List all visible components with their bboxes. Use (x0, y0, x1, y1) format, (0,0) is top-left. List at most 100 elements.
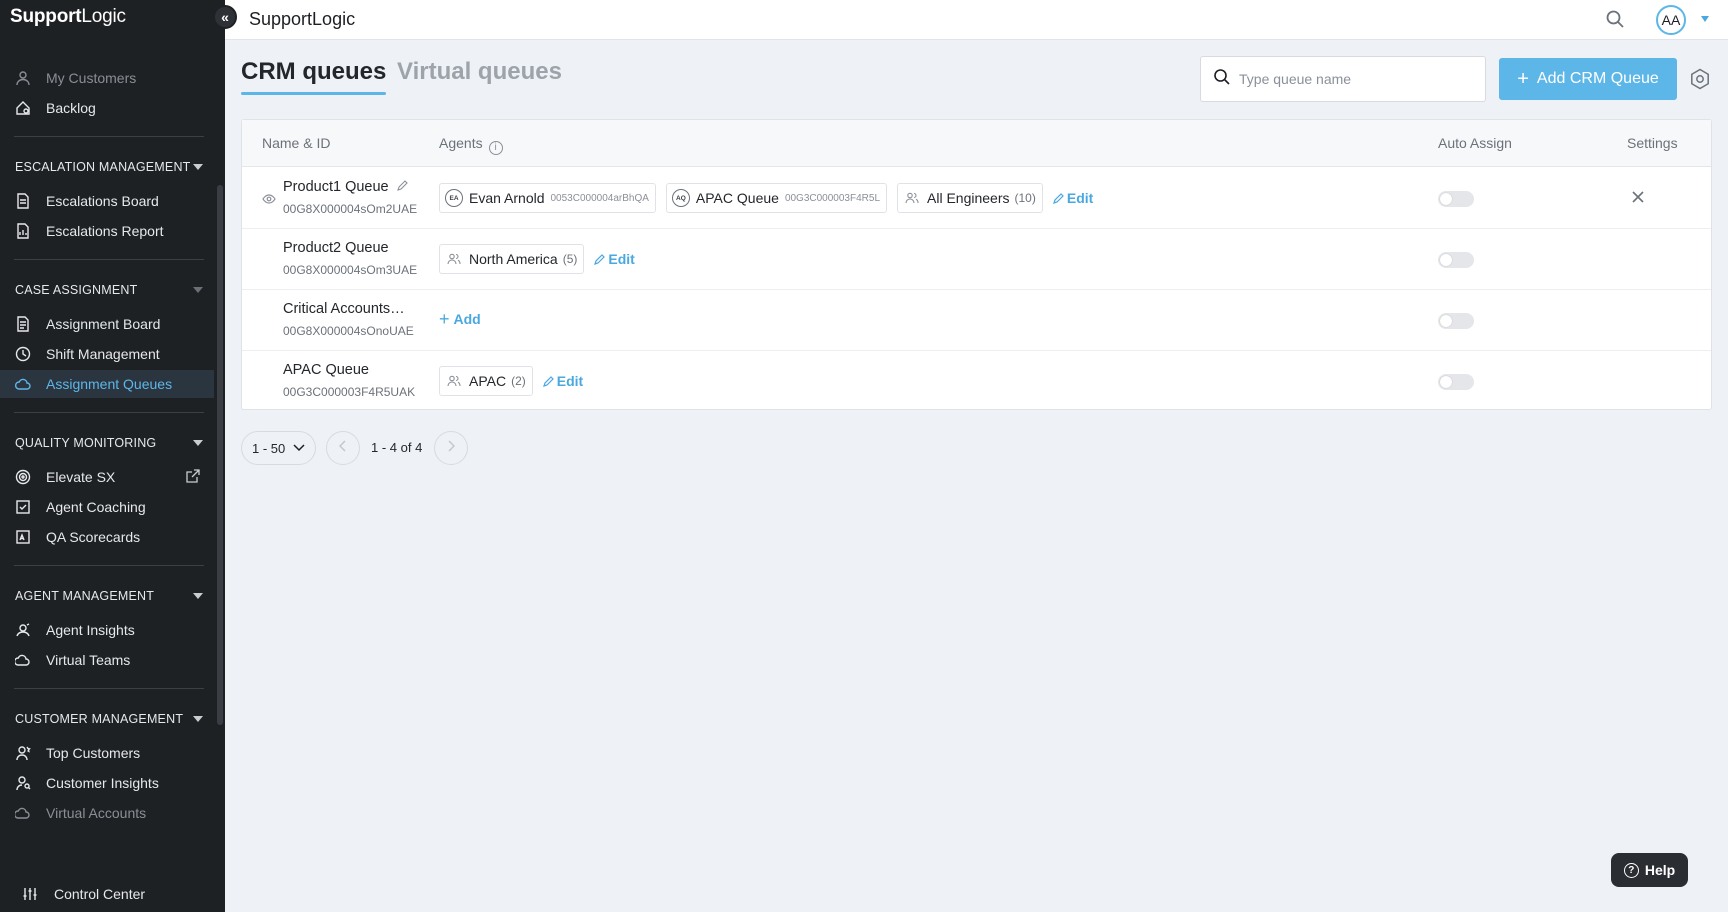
eye-icon[interactable] (262, 192, 276, 211)
agent-chip[interactable]: EA Evan Arnold 0053C000004arBhQA (439, 183, 656, 213)
section-quality-monitoring[interactable]: QUALITY MONITORING (15, 436, 205, 450)
customer-icon (14, 744, 32, 762)
queue-chip-name: APAC Queue (695, 190, 779, 206)
document-icon (14, 192, 32, 210)
sidebar-item-backlog[interactable]: Backlog (0, 94, 214, 122)
divider (14, 136, 204, 137)
sidebar-item-shift-management[interactable]: Shift Management (0, 340, 214, 368)
avatar[interactable]: AA (1656, 5, 1686, 35)
page-size-value: 1 - 50 (252, 440, 286, 456)
pencil-icon (594, 253, 606, 265)
sidebar-item-label: Elevate SX (46, 469, 116, 485)
prev-page-button[interactable] (326, 431, 360, 465)
header-agents: Agents i (439, 135, 503, 155)
sidebar-item-virtual-teams[interactable]: Virtual Teams (0, 646, 214, 674)
agents-cell: + Add (439, 310, 481, 328)
auto-assign-toggle[interactable] (1438, 313, 1474, 329)
auto-assign-toggle[interactable] (1438, 252, 1474, 268)
section-agent-management[interactable]: AGENT MANAGEMENT (15, 589, 205, 603)
group-count: (2) (511, 374, 526, 388)
sidebar-scrollbar[interactable] (217, 185, 223, 725)
sidebar-item-label: Customer Insights (46, 775, 159, 791)
sidebar-item-top-customers[interactable]: Top Customers (0, 739, 214, 767)
group-chip[interactable]: All Engineers (10) (897, 183, 1043, 213)
agent-id: 0053C000004arBhQA (550, 192, 649, 204)
queue-id: 00G3C000003F4R5UAK (283, 385, 416, 399)
sidebar-item-assignment-board[interactable]: Assignment Board (0, 310, 214, 338)
queue-search[interactable] (1200, 56, 1486, 102)
spiral-icon (14, 468, 32, 486)
sidebar-item-escalations-report[interactable]: Escalations Report (0, 217, 214, 245)
search-input[interactable] (1239, 71, 1469, 87)
virtual-accounts-icon (14, 804, 32, 822)
help-button[interactable]: ? Help (1611, 853, 1688, 887)
sidebar-item-virtual-accounts[interactable]: Virtual Accounts (0, 799, 214, 827)
edit-agents-link[interactable]: Edit (594, 251, 635, 267)
cloud-icon (14, 375, 32, 393)
clipboard-icon (14, 315, 32, 333)
queue-chip[interactable]: AQ APAC Queue 00G3C000003F4R5L (665, 183, 888, 213)
queues-table: Name & ID Agents i Auto Assign Settings P… (241, 119, 1712, 410)
sidebar: SupportLogic My Customers Backlog ESCALA… (0, 0, 225, 912)
auto-assign-toggle[interactable] (1438, 374, 1474, 390)
page-size-select[interactable]: 1 - 50 (241, 431, 316, 465)
table-row[interactable]: Product1 Queue 00G8X000004sOm2UAE EA Eva… (242, 168, 1711, 229)
sidebar-item-elevate-sx[interactable]: Elevate SX (0, 463, 214, 491)
group-chip[interactable]: North America (5) (439, 244, 585, 274)
next-page-button[interactable] (434, 431, 468, 465)
table-row[interactable]: Product2 Queue 00G8X000004sOm3UAE North … (242, 229, 1711, 290)
section-escalation-management[interactable]: ESCALATION MANAGEMENT (15, 160, 205, 174)
chevron-right-icon (447, 439, 456, 457)
agent-avatar: EA (445, 189, 463, 207)
collapse-sidebar-button[interactable]: « (213, 5, 237, 29)
sidebar-item-qa-scorecards[interactable]: QA Scorecards (0, 523, 214, 551)
agent-name: Evan Arnold (469, 190, 545, 206)
close-icon[interactable] (1631, 190, 1645, 209)
customer-search-icon (14, 774, 32, 792)
double-chevron-left-icon: « (221, 9, 229, 25)
sidebar-item-label: Escalations Report (46, 223, 164, 239)
caret-down-icon[interactable] (1701, 16, 1709, 22)
gear-icon[interactable] (1689, 68, 1711, 95)
edit-agents-link[interactable]: Edit (542, 373, 583, 389)
plus-icon: + (439, 309, 450, 329)
edit-agents-link[interactable]: Edit (1052, 190, 1093, 206)
tab-crm-queues[interactable]: CRM queues (241, 58, 386, 86)
sidebar-item-agent-coaching[interactable]: Agent Coaching (0, 493, 214, 521)
add-crm-queue-label: Add CRM Queue (1536, 70, 1659, 87)
add-agents-link[interactable]: + Add (439, 310, 481, 328)
info-icon[interactable]: i (488, 140, 503, 155)
section-customer-management[interactable]: CUSTOMER MANAGEMENT (15, 712, 205, 726)
pencil-icon (1052, 192, 1064, 204)
group-chip[interactable]: APAC (2) (439, 366, 533, 396)
header-auto-assign: Auto Assign (1438, 135, 1512, 151)
checklist-icon (14, 498, 32, 516)
sidebar-item-control-center[interactable]: Control Center (0, 876, 225, 912)
queue-id: 00G8X000004sOm3UAE (283, 263, 418, 277)
add-crm-queue-button[interactable]: + Add CRM Queue (1499, 58, 1677, 100)
search-icon[interactable] (1605, 9, 1625, 34)
auto-assign-toggle[interactable] (1438, 191, 1474, 207)
queue-chip-id: 00G3C000003F4R5L (784, 192, 881, 204)
table-row[interactable]: Critical Accounts… 00G8X000004sOnoUAE + … (242, 290, 1711, 351)
sidebar-item-label: Top Customers (46, 745, 141, 761)
sidebar-item-agent-insights[interactable]: Agent Insights (0, 616, 214, 644)
chevron-left-icon (338, 439, 347, 457)
group-name: All Engineers (927, 190, 1010, 206)
sidebar-item-assignment-queues[interactable]: Assignment Queues (0, 370, 214, 398)
clock-icon (14, 345, 32, 363)
table-row[interactable]: APAC Queue 00G3C000003F4R5UAK APAC (2) E… (242, 351, 1711, 412)
sidebar-item-customer-insights[interactable]: Customer Insights (0, 769, 214, 797)
pencil-icon (542, 375, 554, 387)
pencil-icon[interactable] (396, 179, 408, 195)
divider (14, 565, 204, 566)
section-case-assignment[interactable]: CASE ASSIGNMENT (15, 283, 205, 297)
tab-virtual-queues[interactable]: Virtual queues (397, 58, 562, 86)
report-icon (14, 222, 32, 240)
top-bar: SupportLogic AA (225, 0, 1728, 40)
sidebar-item-escalations-board[interactable]: Escalations Board (0, 187, 214, 215)
caret-down-icon (193, 593, 203, 599)
queue-name: Product1 Queue (283, 179, 408, 195)
queue-id: 00G8X000004sOm2UAE (283, 202, 418, 216)
sidebar-item-my-customers[interactable]: My Customers (0, 64, 214, 92)
